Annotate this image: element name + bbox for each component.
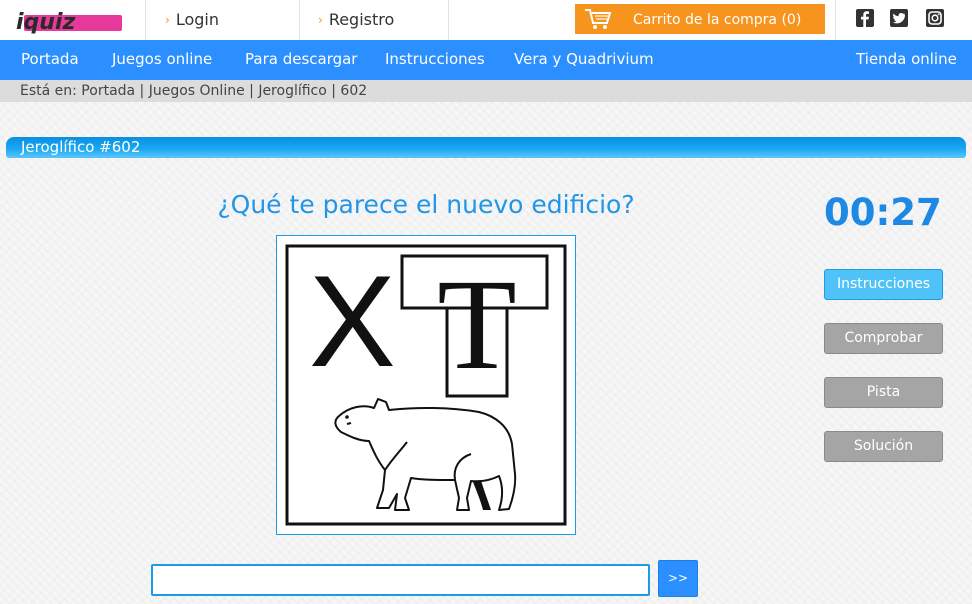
cart-label: Carrito de la compra (0) xyxy=(633,12,802,28)
puzzle-image: X T xyxy=(276,235,576,535)
divider xyxy=(145,0,146,40)
puzzle-letter-t: T xyxy=(437,253,516,397)
chevron-right-icon: › xyxy=(318,13,323,27)
divider xyxy=(299,0,300,40)
nav-item-juegos-online[interactable]: Juegos online xyxy=(112,50,212,68)
page-title: Jeroglífico #602 xyxy=(21,138,141,156)
breadcrumb-bar: Está en: Portada | Juegos Online | Jerog… xyxy=(0,80,972,102)
solution-button[interactable]: Solución xyxy=(824,431,943,462)
timer: 00:27 xyxy=(824,191,942,234)
main-nav: Portada Juegos online Para descargar Ins… xyxy=(0,40,972,80)
hint-button[interactable]: Pista xyxy=(824,377,943,408)
puzzle-question: ¿Qué te parece el nuevo edificio? xyxy=(217,190,635,219)
divider xyxy=(448,0,449,40)
divider xyxy=(835,0,836,40)
nav-item-para-descargar[interactable]: Para descargar xyxy=(245,50,357,68)
nav-item-vera-y-quadrivium[interactable]: Vera y Quadrivium xyxy=(514,50,654,68)
bear-eye xyxy=(345,415,349,419)
top-bar: iquiz › Login › Registro Carrito de la com… xyxy=(0,0,972,40)
register-label: Registro xyxy=(328,10,395,29)
login-label: Login xyxy=(175,10,219,29)
puzzle-letter-x: X xyxy=(309,248,396,394)
submit-answer-button[interactable]: >> xyxy=(658,560,698,597)
iquiz-logo[interactable]: iquiz xyxy=(14,7,124,35)
cart-button[interactable]: Carrito de la compra (0) xyxy=(575,4,825,34)
breadcrumb: Está en: Portada | Juegos Online | Jerog… xyxy=(20,83,368,99)
chevron-right-icon: › xyxy=(165,13,170,27)
instagram-icon[interactable] xyxy=(926,9,944,27)
shopping-cart-icon xyxy=(585,9,612,29)
logo-letter: iquiz xyxy=(16,10,75,35)
facebook-icon[interactable] xyxy=(856,9,874,27)
section-header: Jeroglífico #602 xyxy=(6,137,966,158)
nav-item-tienda-online[interactable]: Tienda online xyxy=(856,50,957,68)
check-button[interactable]: Comprobar xyxy=(824,323,943,354)
nav-item-instrucciones[interactable]: Instrucciones xyxy=(385,50,485,68)
answer-input[interactable] xyxy=(151,564,650,596)
twitter-icon[interactable] xyxy=(890,9,908,27)
register-link[interactable]: › Registro xyxy=(318,10,394,29)
instructions-button[interactable]: Instrucciones xyxy=(824,269,943,300)
nav-item-portada[interactable]: Portada xyxy=(21,50,79,68)
login-link[interactable]: › Login xyxy=(165,10,219,29)
